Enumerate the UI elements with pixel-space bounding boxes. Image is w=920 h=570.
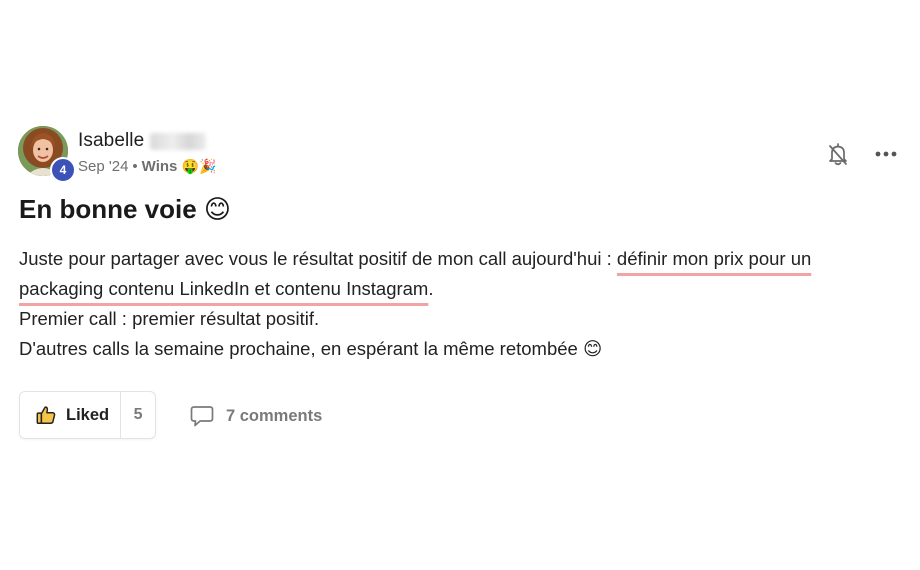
post-title: En bonne voie 😊: [19, 194, 232, 224]
more-dots-icon: [875, 151, 897, 157]
body-text: Juste pour partager avec vous le résulta…: [19, 248, 617, 269]
body-line-3: Premier call : premier résultat positif.: [19, 308, 320, 329]
like-count-button[interactable]: 5: [121, 406, 155, 424]
post-date[interactable]: Sep '24: [78, 158, 128, 175]
redacted-surname: [150, 133, 206, 150]
like-button[interactable]: Liked: [20, 392, 120, 438]
author-name[interactable]: Isabelle: [78, 130, 144, 152]
comments-label: 7 comments: [226, 406, 323, 425]
notification-toggle-button[interactable]: [824, 140, 852, 168]
like-label: Liked: [66, 405, 110, 424]
space-link[interactable]: Wins: [142, 158, 178, 175]
body-line-1: Juste pour partager avec vous le résulta…: [19, 244, 899, 274]
author-avatar-group[interactable]: 4: [18, 126, 76, 183]
comment-bubble-icon: [190, 406, 214, 427]
thumbs-up-icon: [36, 406, 56, 424]
like-group: Liked 5: [19, 391, 156, 439]
highlighted-text: définir mon prix pour un: [616, 248, 812, 269]
more-options-button[interactable]: [872, 140, 900, 168]
post-card: 4 Isabelle Sep '24 • Wins 🤑🎉 En bonne voie…: [0, 0, 920, 570]
post-body: Juste pour partager avec vous le résulta…: [19, 244, 899, 364]
level-badge: 4: [50, 157, 76, 183]
body-line-4: D'autres calls la semaine prochaine, en …: [19, 338, 603, 359]
comments-button[interactable]: 7 comments: [190, 403, 322, 429]
bell-off-icon: [829, 143, 847, 166]
highlighted-text: packaging contenu LinkedIn et contenu In…: [19, 278, 429, 299]
post-meta: Sep '24 • Wins 🤑🎉: [78, 158, 216, 175]
body-text: .: [428, 278, 434, 299]
space-emojis: 🤑🎉: [181, 158, 217, 174]
meta-separator: •: [132, 158, 138, 175]
body-line-2: packaging contenu LinkedIn et contenu In…: [19, 274, 899, 304]
